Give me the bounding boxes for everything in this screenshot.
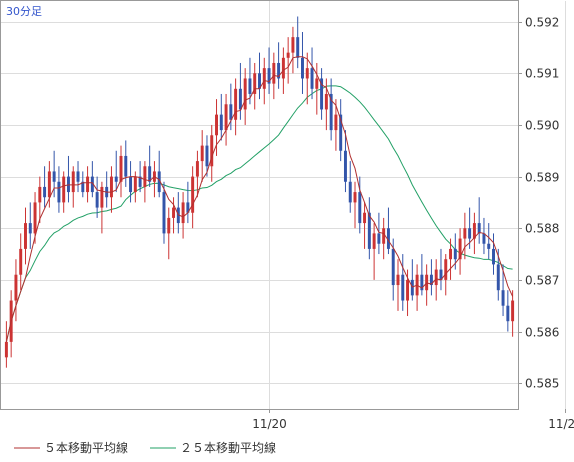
candle-up: [200, 145, 204, 162]
candle-down: [229, 104, 233, 120]
candle-down: [506, 305, 510, 322]
candle-down: [129, 176, 133, 193]
candle-down: [95, 192, 99, 208]
candle-down: [496, 264, 500, 291]
candle-up: [119, 155, 123, 182]
y-tick-label: 0.585: [525, 377, 559, 391]
x-tick-label: 11/20: [252, 417, 287, 431]
candle-down: [453, 248, 457, 260]
candle-down: [343, 150, 347, 182]
candle-down: [52, 171, 56, 182]
candle-down: [205, 145, 209, 167]
candle-down: [248, 78, 252, 94]
y-tick-label: 0.588: [525, 222, 559, 236]
candle-up: [109, 176, 113, 198]
candle-up: [167, 217, 171, 234]
candle-down: [114, 176, 118, 182]
candle-up: [272, 62, 276, 84]
candle-down: [487, 243, 491, 249]
candle-up: [463, 228, 467, 239]
candle-up: [143, 166, 147, 187]
candle-up: [181, 202, 185, 224]
candle-up: [62, 176, 66, 203]
candle-up: [315, 78, 319, 89]
legend-label-ma25: ２５本移動平均線: [180, 440, 276, 455]
candle-down: [162, 192, 166, 234]
candle-up: [86, 176, 90, 193]
candle-up: [434, 269, 438, 286]
candle-up: [382, 228, 386, 244]
candle-up: [195, 161, 199, 177]
candle-up: [281, 57, 285, 79]
candle-down: [296, 37, 300, 58]
candle-up: [191, 176, 195, 213]
ma25-line: [5, 85, 513, 342]
candle-up: [324, 93, 328, 110]
candle-up: [47, 171, 51, 198]
candle-up: [224, 104, 228, 131]
period-label: 30分足: [6, 5, 42, 18]
candle-down: [310, 68, 314, 89]
candle-down: [238, 88, 242, 110]
candle-up: [172, 207, 176, 218]
ma25-line-group: [5, 85, 513, 342]
y-tick-label: 0.586: [525, 326, 559, 340]
candle-up: [24, 223, 27, 249]
candle-up: [100, 186, 104, 208]
candle-up: [363, 212, 367, 224]
candle-up: [372, 233, 376, 249]
candle-up: [243, 78, 247, 110]
candle-up: [133, 176, 137, 193]
candle-up: [353, 192, 357, 203]
candle-up: [14, 274, 18, 301]
candle-down: [377, 233, 381, 244]
candle-down: [358, 192, 362, 224]
candle-up: [38, 186, 42, 203]
candle-down: [492, 248, 495, 265]
y-tick-label: 0.592: [525, 16, 559, 30]
y-tick-label: 0.590: [525, 119, 559, 133]
candle-down: [219, 114, 223, 131]
candle-down: [124, 155, 128, 177]
candle-up: [511, 300, 515, 322]
candle-up: [425, 274, 429, 291]
candle-up: [215, 114, 218, 136]
candle-down: [468, 228, 472, 239]
y-tick-label: 0.587: [525, 274, 559, 288]
candle-up: [444, 259, 448, 280]
candle-down: [43, 186, 47, 198]
x-axis: 11/20 11/21: [252, 409, 574, 431]
y-axis: 0.592 0.591 0.590 0.589 0.588 0.587 0.586 0.585: [518, 16, 559, 391]
candle-down: [391, 248, 395, 286]
legend-label-ma5: ５本移動平均線: [44, 440, 128, 455]
candles: [4, 16, 515, 368]
candle-up: [234, 88, 238, 120]
candle-up: [4, 341, 8, 358]
candle-up: [406, 279, 410, 301]
candle-up: [305, 68, 309, 79]
candle-down: [66, 176, 70, 193]
y-tick-label: 0.589: [525, 171, 559, 185]
candle-down: [301, 57, 304, 79]
candle-down: [76, 171, 80, 182]
candle-up: [33, 202, 37, 234]
candle-down: [501, 290, 505, 306]
candle-up: [396, 274, 400, 286]
candle-up: [291, 37, 295, 53]
candle-up: [286, 52, 290, 58]
candle-up: [334, 114, 338, 131]
x-tick-label: 11/21: [548, 417, 574, 431]
candle-down: [28, 223, 32, 234]
candlestick-chart: 0.592 0.591 0.590 0.589 0.588 0.587 0.586 0.585…: [0, 0, 574, 455]
candle-up: [262, 68, 266, 89]
candle-down: [348, 181, 352, 203]
y-tick-label: 0.591: [525, 67, 559, 81]
candle-down: [367, 212, 371, 249]
candle-down: [57, 181, 61, 203]
candle-down: [401, 274, 405, 301]
candle-up: [19, 248, 23, 275]
candle-up: [71, 171, 75, 193]
legend: ５本移動平均線 ２５本移動平均線: [14, 440, 276, 455]
candle-up: [449, 248, 453, 260]
